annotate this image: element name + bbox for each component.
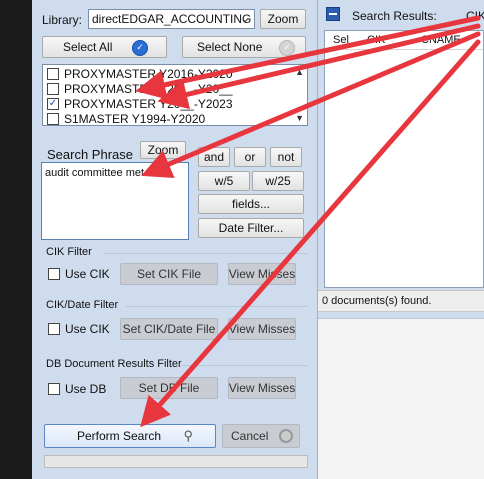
date-filter-button[interactable]: Date Filter... bbox=[198, 218, 304, 238]
results-status-bar: 0 documents(s) found. bbox=[318, 290, 484, 312]
left-window-edge bbox=[0, 0, 32, 479]
checkbox[interactable] bbox=[47, 82, 59, 95]
select-all-label: Select All bbox=[63, 40, 113, 54]
set-cik-file-button[interactable]: Set CIK File bbox=[120, 263, 218, 285]
magnifier-icon: ⚲ bbox=[183, 428, 193, 443]
group-divider bbox=[104, 253, 308, 254]
select-none-button[interactable]: Select None ✓ bbox=[182, 36, 306, 58]
results-title: Search Results: bbox=[352, 9, 437, 23]
library-list-item[interactable]: PROXYMASTER Y20__-Y20__ bbox=[47, 81, 233, 96]
perform-search-label: Perform Search bbox=[76, 429, 162, 443]
set-db-file-button[interactable]: Set DB File bbox=[120, 377, 218, 399]
select-all-button[interactable]: Select All ✓ bbox=[42, 36, 167, 58]
results-count: 0 documents(s) found. bbox=[322, 295, 432, 307]
scroll-up-icon[interactable]: ▲ bbox=[295, 67, 304, 77]
db-filter-title: DB Document Results Filter bbox=[46, 358, 182, 370]
checkbox[interactable] bbox=[47, 67, 59, 80]
view-misses-button[interactable]: View Misses bbox=[228, 263, 296, 285]
library-label: Library: bbox=[42, 13, 83, 27]
set-cik-date-file-button[interactable]: Set CIK/Date File bbox=[120, 318, 218, 340]
cancel-circle-icon bbox=[279, 429, 293, 443]
search-phrase-input[interactable]: audit committee met bbox=[41, 162, 189, 240]
cancel-label: Cancel bbox=[231, 429, 269, 443]
checkbox[interactable] bbox=[47, 112, 59, 125]
library-list-item[interactable]: S1MASTER Y1994-Y2020 bbox=[47, 111, 205, 126]
library-select[interactable]: directEDGAR_ACCOUNTING ⌄ bbox=[88, 9, 255, 29]
column-header-cname[interactable]: CNAME bbox=[421, 34, 461, 46]
library-item-label: PROXYMASTER Y20__-Y2023 bbox=[64, 96, 233, 111]
view-misses-button[interactable]: View Misses bbox=[228, 318, 296, 340]
library-value: directEDGAR_ACCOUNTING bbox=[92, 12, 252, 26]
use-db-label: Use DB bbox=[65, 381, 107, 396]
library-list-item[interactable]: ✓ PROXYMASTER Y20__-Y2023 bbox=[47, 96, 233, 111]
search-phrase-label: Search Phrase bbox=[47, 147, 133, 162]
column-header-cik[interactable]: CIK bbox=[367, 34, 385, 46]
cik-filter-title: CIK Filter bbox=[46, 246, 92, 258]
phrase-zoom-button[interactable]: Zoom bbox=[140, 141, 186, 159]
check-circle-icon: ✓ bbox=[279, 40, 295, 56]
library-item-label: PROXYMASTER Y20__-Y20__ bbox=[64, 81, 233, 96]
use-cik-date-checkbox[interactable]: Use CIK bbox=[48, 321, 110, 336]
collapse-icon[interactable] bbox=[326, 7, 340, 21]
chevron-down-icon[interactable]: ⌄ bbox=[240, 11, 250, 25]
group-divider bbox=[182, 365, 308, 366]
search-phrase-value: audit committee met bbox=[45, 167, 145, 179]
results-panel: Search Results: CIK Sel CIK CNAME 0 docu… bbox=[318, 0, 484, 479]
or-button[interactable]: or bbox=[234, 147, 266, 167]
cik-date-filter-title: CIK/Date Filter bbox=[46, 299, 119, 311]
library-list[interactable]: PROXYMASTER Y2016-Y2020 PROXYMASTER Y20_… bbox=[42, 64, 308, 126]
fields-button[interactable]: fields... bbox=[198, 194, 304, 214]
use-cik-label: Use CIK bbox=[65, 321, 110, 336]
cancel-button[interactable]: Cancel bbox=[222, 424, 300, 448]
results-grid[interactable]: Sel CIK CNAME bbox=[324, 30, 484, 288]
checkbox[interactable] bbox=[48, 382, 60, 395]
results-grid-header: Sel CIK CNAME bbox=[325, 31, 483, 50]
perform-search-button[interactable]: Perform Search ⚲ bbox=[44, 424, 216, 448]
group-divider bbox=[126, 306, 308, 307]
select-none-label: Select None bbox=[197, 40, 263, 54]
and-button[interactable]: and bbox=[198, 147, 230, 167]
view-misses-button[interactable]: View Misses bbox=[228, 377, 296, 399]
use-cik-checkbox[interactable]: Use CIK bbox=[48, 266, 110, 281]
library-item-label: S1MASTER Y1994-Y2020 bbox=[64, 111, 206, 126]
library-list-item[interactable]: PROXYMASTER Y2016-Y2020 bbox=[47, 66, 233, 81]
checkbox[interactable] bbox=[48, 322, 60, 335]
checkbox-checked[interactable]: ✓ bbox=[47, 97, 59, 110]
results-title-suffix: CIK bbox=[466, 9, 484, 23]
scroll-down-icon[interactable]: ▼ bbox=[295, 113, 304, 123]
use-db-checkbox[interactable]: Use DB bbox=[48, 381, 106, 396]
use-cik-label: Use CIK bbox=[65, 266, 110, 281]
within5-button[interactable]: w/5 bbox=[198, 171, 250, 191]
results-header: Search Results: CIK bbox=[322, 6, 484, 24]
not-button[interactable]: not bbox=[270, 147, 302, 167]
search-panel: Library: directEDGAR_ACCOUNTING ⌄ Zoom S… bbox=[32, 0, 318, 479]
column-header-sel[interactable]: Sel bbox=[333, 34, 349, 46]
library-zoom-button[interactable]: Zoom bbox=[260, 9, 306, 29]
checkbox[interactable] bbox=[48, 267, 60, 280]
document-preview bbox=[318, 318, 484, 479]
library-item-label: PROXYMASTER Y2016-Y2020 bbox=[64, 66, 233, 81]
within25-button[interactable]: w/25 bbox=[252, 171, 304, 191]
check-circle-icon: ✓ bbox=[132, 40, 148, 56]
search-progress-bar bbox=[44, 455, 308, 468]
